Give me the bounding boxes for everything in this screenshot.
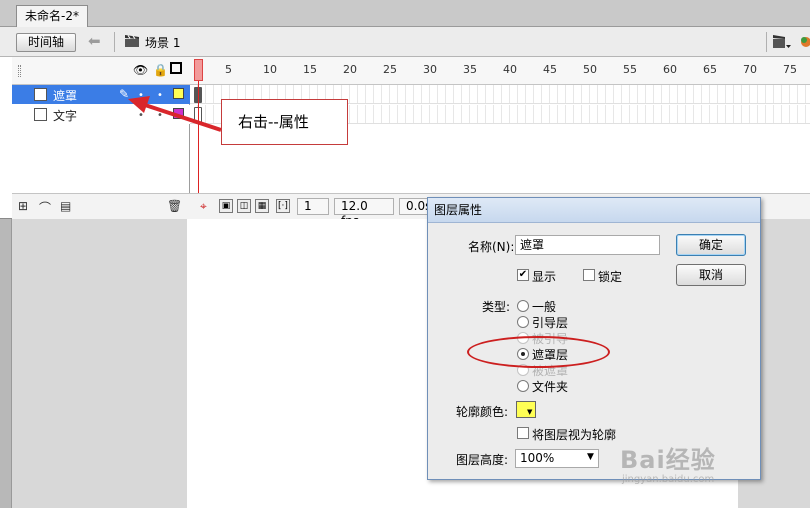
outline-color-swatch[interactable] — [516, 401, 536, 418]
lock-label: 锁定 — [598, 270, 623, 284]
watermark-url: jingyan.baidu.com — [622, 474, 715, 485]
type-guide-radio[interactable] — [517, 316, 529, 328]
type-option-label: 一般 — [532, 300, 557, 314]
lock-checkbox[interactable] — [583, 269, 595, 281]
layer-name-input[interactable]: 遮罩 — [515, 235, 660, 255]
cancel-button[interactable]: 取消 — [676, 264, 746, 286]
name-label: 名称(N): — [468, 240, 515, 254]
ok-button[interactable]: 确定 — [676, 234, 746, 256]
view-as-outline-label: 将图层视为轮廓 — [532, 428, 617, 442]
type-option-label: 引导层 — [532, 316, 569, 330]
watermark-logo: Bai经验 — [620, 446, 716, 474]
view-as-outline-checkbox[interactable] — [517, 427, 529, 439]
layer-height-label: 图层高度: — [456, 453, 509, 467]
highlight-oval — [467, 336, 610, 368]
show-label: 显示 — [532, 270, 557, 284]
chevron-down-icon: ▼ — [587, 452, 594, 462]
chevron-down-icon: ▼ — [527, 408, 533, 416]
type-label: 类型: — [482, 300, 511, 314]
layer-properties-dialog: 图层属性 名称(N): 遮罩 确定 取消 ✔ 显示 锁定 类型: 一般 引导层 … — [427, 197, 761, 480]
show-checkbox[interactable]: ✔ — [517, 269, 529, 281]
type-normal-radio[interactable] — [517, 300, 529, 312]
outline-color-label: 轮廓颜色: — [456, 405, 509, 419]
annotation-callout: 右击--属性 — [221, 99, 348, 145]
dialog-title[interactable]: 图层属性 — [428, 198, 760, 223]
type-folder-radio[interactable] — [517, 380, 529, 392]
type-option-label: 文件夹 — [532, 380, 569, 394]
